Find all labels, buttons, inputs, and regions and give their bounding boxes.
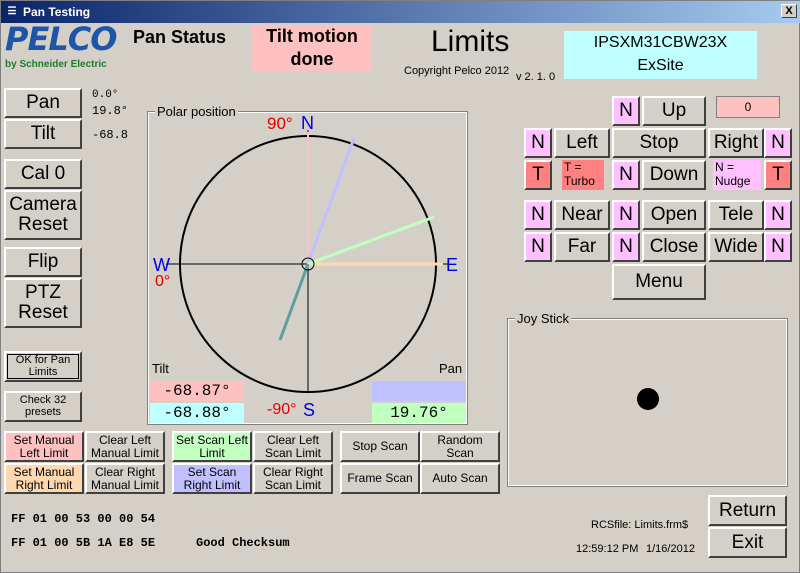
clock-date: 1/16/2012: [646, 543, 695, 555]
clear-right-manual-limit-button[interactable]: Clear Right Manual Limit: [85, 463, 165, 494]
nudge-far-button[interactable]: N: [524, 232, 552, 262]
app-icon: ☰: [7, 6, 17, 17]
nudge-hint: N = Nudge: [713, 160, 761, 190]
up-button[interactable]: Up: [642, 96, 706, 126]
page-title: Limits: [431, 25, 510, 58]
label-south: S: [303, 400, 316, 420]
set-scan-left-limit-button[interactable]: Set Scan Left Limit: [172, 431, 252, 462]
close-iris-button[interactable]: Close: [642, 232, 706, 262]
set-scan-right-limit-button[interactable]: Set Scan Right Limit: [172, 463, 252, 494]
nudge-near-button[interactable]: N: [524, 200, 552, 230]
tilt-degree-value: -68.8: [92, 128, 129, 142]
pan-label: Pan: [439, 361, 463, 376]
far-button[interactable]: Far: [554, 232, 610, 262]
pan-readout-2: 19.76°: [372, 403, 466, 423]
pelco-brand: PELCO: [5, 20, 117, 58]
nudge-open-button[interactable]: N: [612, 200, 640, 230]
nudge-close-button[interactable]: N: [612, 232, 640, 262]
label-0-degrees: 0°: [155, 273, 171, 290]
label-minus-90-degrees: -90°: [267, 401, 297, 418]
clear-left-manual-limit-button[interactable]: Clear Left Manual Limit: [85, 431, 165, 462]
return-button[interactable]: Return: [708, 495, 787, 526]
device-model: IPSXM31CBW23X: [593, 34, 728, 51]
menu-button[interactable]: Menu: [612, 264, 706, 300]
pan-raw-value: 0.0°: [92, 89, 119, 101]
nudge-wide-button[interactable]: N: [764, 232, 792, 262]
flip-button[interactable]: Flip: [4, 247, 82, 277]
exit-button[interactable]: Exit: [708, 527, 787, 558]
title-bar: ☰ Pan Testing X: [1, 1, 800, 23]
auto-scan-button[interactable]: Auto Scan: [420, 463, 500, 494]
near-button[interactable]: Near: [554, 200, 610, 230]
copyright-text: Copyright Pelco 2012: [404, 65, 510, 77]
wide-button[interactable]: Wide: [708, 232, 764, 262]
open-button[interactable]: Open: [642, 200, 706, 230]
pan-degree-value: 19.8°: [92, 104, 129, 118]
schneider-tagline: by Schneider Electric: [5, 59, 107, 70]
site-name: ExSite: [637, 57, 684, 74]
window-title: Pan Testing: [23, 5, 91, 19]
tilt-label: Tilt: [152, 361, 169, 376]
joystick-knob[interactable]: [637, 388, 659, 410]
rcs-file-label: RCSfile: Limits.frm$: [591, 519, 689, 531]
device-info-box: IPSXM31CBW23X ExSite: [564, 31, 757, 79]
pan-direction-line: [306, 137, 356, 265]
joystick-legend: Joy Stick: [515, 311, 572, 326]
stop-scan-button[interactable]: Stop Scan: [340, 431, 420, 462]
nudge-tele-button[interactable]: N: [764, 200, 792, 230]
label-north: N: [301, 113, 314, 133]
ok-pan-limits-button[interactable]: OK for Pan Limits: [4, 351, 82, 382]
check-presets-button[interactable]: Check 32 presets: [4, 391, 82, 422]
nudge-down-button[interactable]: N: [612, 160, 640, 190]
status-message: Tilt motion done: [252, 25, 372, 71]
left-button[interactable]: Left: [554, 128, 610, 158]
ptz-reset-button[interactable]: PTZ Reset: [4, 278, 82, 328]
turbo-hint: T = Turbo: [562, 160, 604, 190]
pan-button[interactable]: Pan: [4, 88, 82, 118]
turbo-left-button[interactable]: T: [524, 160, 552, 190]
tilt-button[interactable]: Tilt: [4, 119, 82, 149]
polar-plot: [166, 130, 448, 393]
pan-status-label: Pan Status: [133, 27, 227, 47]
random-scan-button[interactable]: Random Scan: [420, 431, 500, 462]
nudge-right-button[interactable]: N: [764, 128, 792, 158]
down-button[interactable]: Down: [642, 160, 706, 190]
checksum-status: Good Checksum: [196, 536, 290, 550]
set-manual-left-limit-button[interactable]: Set Manual Left Limit: [4, 431, 84, 462]
tilt-direction-line: [278, 263, 310, 341]
camera-reset-button[interactable]: Camera Reset: [4, 190, 82, 240]
nudge-up-button[interactable]: N: [612, 96, 640, 126]
clock-time: 12:59:12 PM: [576, 543, 639, 555]
pan-testing-window: ☰ Pan Testing X PELCO by Schneider Elect…: [0, 0, 800, 573]
close-window-button[interactable]: X: [781, 4, 797, 18]
turbo-right-button[interactable]: T: [764, 160, 792, 190]
scan-direction-line: [307, 215, 435, 266]
cal0-button[interactable]: Cal 0: [4, 159, 82, 189]
pan-readout-1: [372, 381, 466, 401]
clear-right-scan-limit-button[interactable]: Clear Right Scan Limit: [253, 463, 333, 494]
tilt-readout-1: -68.87°: [150, 381, 244, 401]
frame-scan-button[interactable]: Frame Scan: [340, 463, 420, 494]
set-manual-right-limit-button[interactable]: Set Manual Right Limit: [4, 463, 84, 494]
counter-display: 0: [716, 96, 780, 118]
command-line-2: FF 01 00 5B 1A E8 5E: [11, 536, 156, 550]
nudge-left-button[interactable]: N: [524, 128, 552, 158]
tilt-readout-2: -68.88°: [150, 403, 244, 423]
command-line-1: FF 01 00 53 00 00 54: [11, 512, 156, 526]
version-text: v 2. 1. 0: [516, 71, 556, 83]
clear-left-scan-limit-button[interactable]: Clear Left Scan Limit: [253, 431, 333, 462]
stop-button[interactable]: Stop: [612, 128, 706, 158]
right-button[interactable]: Right: [708, 128, 764, 158]
label-east: E: [446, 255, 459, 275]
pelco-logo: PELCO by Schneider Electric: [5, 23, 123, 73]
label-90-degrees: 90°: [267, 114, 293, 133]
tele-button[interactable]: Tele: [708, 200, 764, 230]
